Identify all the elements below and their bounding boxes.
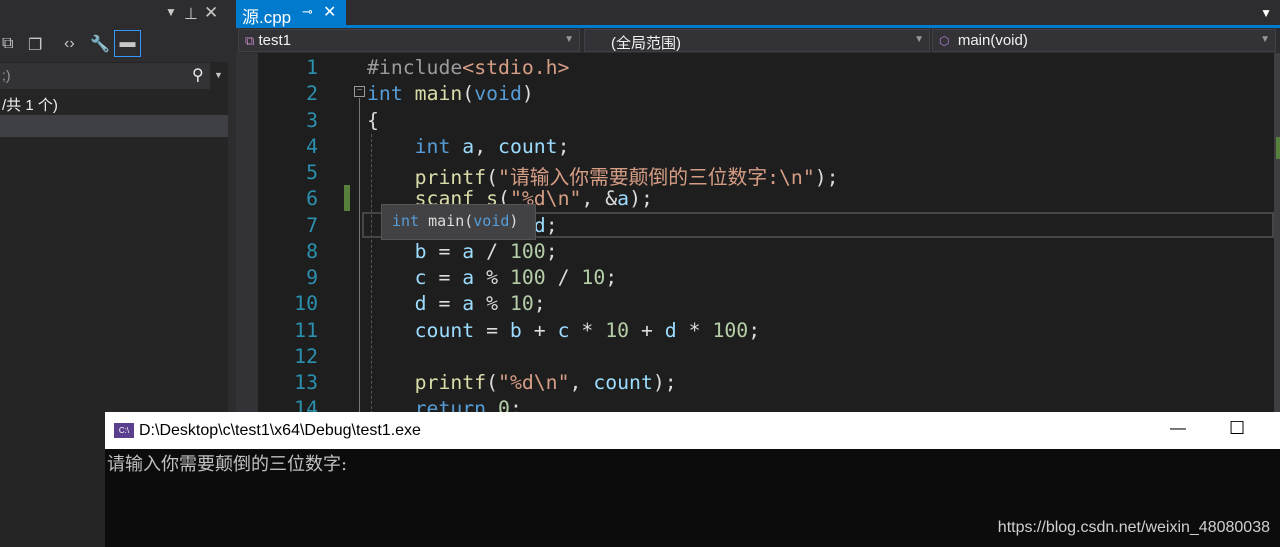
code-icon[interactable]: ‹› [64,35,75,53]
line-number: 10 [294,292,318,316]
panel-header: ▼ ⊥ ✕ [0,0,228,28]
collapse-icon[interactable]: − [354,86,365,97]
search-input[interactable]: ;) ⚲ [0,63,210,89]
console-app-icon: C:\ [114,423,134,438]
tab-label: 源.cpp [242,8,292,27]
code-line[interactable]: c = a % 100 / 10; [367,266,618,289]
console-output: 请输入你需要颠倒的三位数字: [107,454,348,475]
code-line[interactable]: int main(void) [367,82,534,105]
pin-icon[interactable]: ⊥ [184,4,198,24]
tab-source-cpp[interactable]: 源.cpp ⊸ ✕ [236,0,346,27]
line-number: 5 [306,161,318,184]
close-icon[interactable]: ✕ [204,3,218,23]
chevron-down-icon: ▼ [914,34,924,45]
line-number: 6 [306,187,318,211]
search-dropdown-icon[interactable]: ▼ [214,70,223,80]
line-number: 2 [306,82,318,106]
project-icon: ⧉ [245,33,255,48]
console-window[interactable]: C:\ D:\Desktop\c\test1\x64\Debug\test1.e… [105,412,1280,547]
line-number: 13 [294,371,318,394]
code-line[interactable]: printf("%d\n", count); [367,371,677,394]
project-label: test1 [258,32,291,49]
code-line[interactable]: printf("请输入你需要颠倒的三位数字:\n"); [367,161,839,190]
chevron-down-icon: ▼ [564,34,574,45]
console-title-bar[interactable]: C:\ D:\Desktop\c\test1\x64\Debug\test1.e… [105,412,1280,449]
selected-row[interactable] [0,115,228,137]
line-number: 11 [294,318,318,342]
quick-info-tooltip: int main(void) [381,204,536,240]
tooltip-close-paren: ) [509,212,519,230]
line-number: 3 [306,108,318,132]
tab-bar: ▼ [236,0,1280,28]
code-line[interactable]: d = a % 10; [367,292,546,315]
outline-line [359,98,360,413]
code-line[interactable]: int a, count; [367,135,570,158]
chevron-down-icon: ▼ [1260,34,1270,45]
scope-label: (全局范围) [611,35,681,52]
scope-dropdown[interactable]: (全局范围) ▼ [584,29,930,52]
line-number: 8 [306,239,318,263]
member-dropdown[interactable]: ⬡ main(void) ▼ [932,29,1276,52]
dock-icon[interactable]: ▬ [114,30,141,57]
code-line[interactable]: count = b + c * 10 + d * 100; [367,319,760,342]
dropdown-arrow-icon[interactable]: ▼ [165,5,177,19]
panel-toolbar: ⧉ ❐ ‹› 🔧 ▬ [0,28,228,62]
line-number: 9 [306,266,318,289]
console-title: D:\Desktop\c\test1\x64\Debug\test1.exe [139,422,421,439]
line-number: 7 [306,213,318,237]
tooltip-keyword: int [392,212,420,230]
line-number: 1 [306,56,318,79]
tooltip-name: main( [419,212,474,230]
tab-list-icon[interactable]: ▼ [1260,6,1272,20]
wrench-icon[interactable]: 🔧 [90,34,110,54]
code-line[interactable]: #include<stdio.h> [367,56,569,79]
member-label: main(void) [957,32,1028,49]
project-dropdown[interactable]: ⧉ test1 ▼ [238,29,580,52]
line-number: 12 [294,344,318,368]
change-marker [344,185,350,211]
cube-icon: ⬡ [939,34,950,48]
close-tab-icon[interactable]: ✕ [323,2,336,22]
pin-icon[interactable]: ⊸ [302,4,313,20]
windows-icon[interactable]: ⧉ [2,35,13,53]
result-count: /共 1 个) [2,97,58,114]
minimize-button[interactable]: — [1170,420,1186,438]
copy-icon[interactable]: ❐ [28,35,42,55]
line-number: 4 [306,134,318,158]
search-text: ;) [2,67,11,83]
indent-guide [371,134,372,414]
maximize-button[interactable]: ☐ [1229,418,1245,439]
code-line[interactable]: { [367,109,379,132]
watermark: https://blog.csdn.net/weixin_48080038 [997,519,1270,536]
code-line[interactable]: b = a / 100; [367,240,558,263]
search-icon[interactable]: ⚲ [192,65,204,85]
tooltip-param: void [473,212,510,230]
vertical-scrollbar[interactable] [1274,53,1280,413]
